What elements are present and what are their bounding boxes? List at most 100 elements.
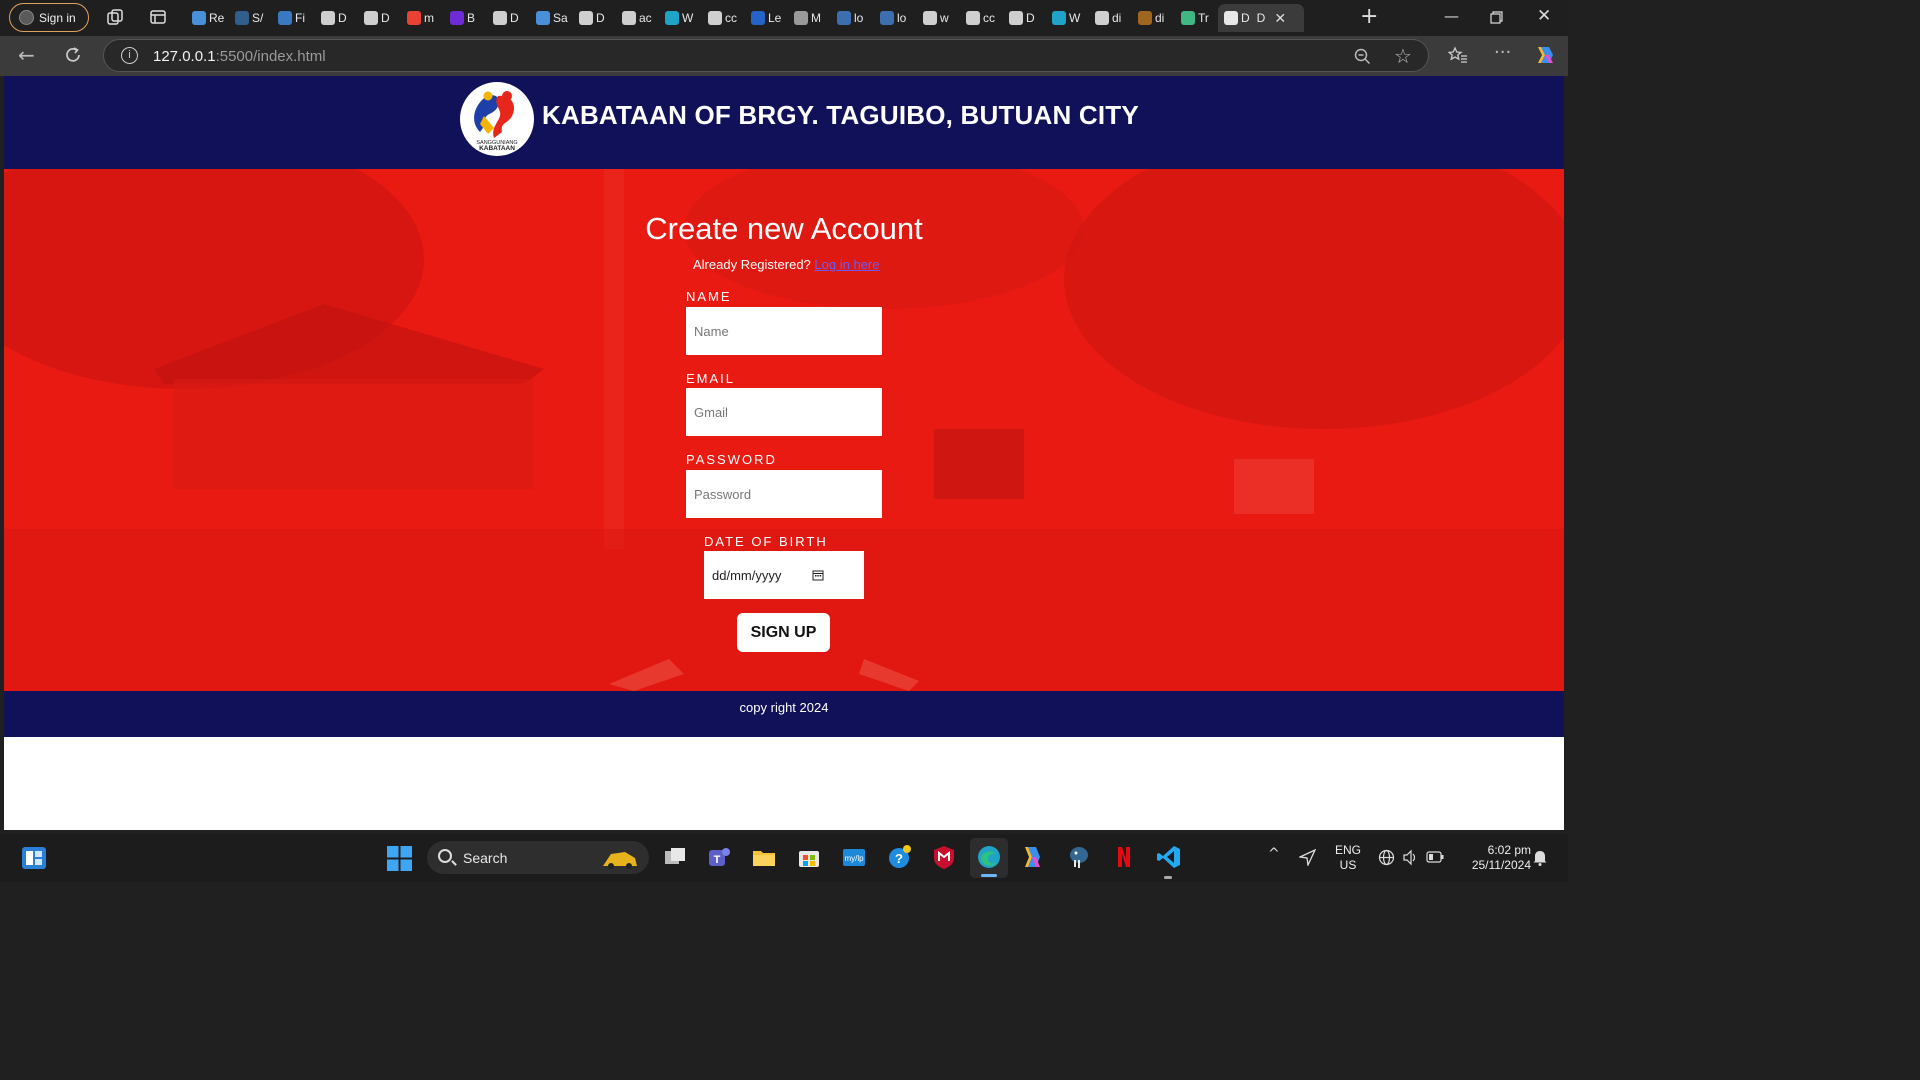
browser-tab[interactable]: Re: [186, 4, 229, 32]
widgets-icon[interactable]: [21, 846, 47, 870]
signup-button[interactable]: SIGN UP: [737, 613, 830, 652]
tab-label: W: [1069, 11, 1081, 25]
browser-tab[interactable]: Sa: [530, 4, 573, 32]
avatar-icon: [19, 10, 34, 25]
location-icon[interactable]: [1299, 849, 1316, 866]
browser-tab[interactable]: S/: [229, 4, 272, 32]
tab-label: D: [338, 11, 347, 25]
browser-tab[interactable]: B: [444, 4, 487, 32]
name-input[interactable]: Name: [686, 307, 882, 355]
close-tab-icon[interactable]: ✕: [1274, 10, 1286, 27]
store-icon[interactable]: [796, 844, 822, 870]
teams-icon[interactable]: T: [706, 844, 732, 870]
browser-tab[interactable]: D: [315, 4, 358, 32]
browser-tab[interactable]: W: [659, 4, 702, 32]
volume-icon[interactable]: [1402, 849, 1419, 866]
tab-label: di: [1155, 11, 1165, 25]
tab-label: cc: [725, 11, 737, 25]
vscode-icon[interactable]: [1156, 844, 1182, 870]
browser-tab[interactable]: di: [1089, 4, 1132, 32]
more-menu-icon[interactable]: ···: [1494, 42, 1511, 63]
browser-tab[interactable]: D: [487, 4, 530, 32]
minimize-button[interactable]: —: [1444, 7, 1459, 25]
favorites-icon[interactable]: [1448, 46, 1468, 64]
email-input[interactable]: Gmail: [686, 388, 882, 436]
password-input[interactable]: Password: [686, 470, 882, 518]
tab-label: M: [811, 11, 821, 25]
dob-label: DATE OF BIRTH: [704, 534, 828, 549]
browser-tab[interactable]: D: [1003, 4, 1046, 32]
battery-icon[interactable]: [1426, 850, 1444, 864]
profile-signin-button[interactable]: Sign in: [9, 3, 89, 32]
browser-tab[interactable]: Tr: [1175, 4, 1218, 32]
browser-tab[interactable]: lo: [831, 4, 874, 32]
tab-label: S/: [252, 11, 264, 25]
copilot-taskbar-icon[interactable]: [1021, 844, 1047, 870]
page-icon: [493, 11, 507, 25]
postgresql-icon[interactable]: [1066, 844, 1092, 870]
browser-tab[interactable]: di: [1132, 4, 1175, 32]
notification-bell-icon[interactable]: [1532, 849, 1548, 866]
dob-value: dd/mm/yyyy: [712, 567, 782, 583]
figure-icon: [794, 11, 808, 25]
back-button[interactable]: ←: [18, 43, 35, 67]
workspaces-icon[interactable]: [106, 8, 124, 26]
browser-tab[interactable]: D: [573, 4, 616, 32]
task-view-icon[interactable]: [662, 844, 688, 870]
tray-overflow-icon[interactable]: ^: [1268, 846, 1280, 862]
browser-tab[interactable]: Fi: [272, 4, 315, 32]
svg-text:my/lp: my/lp: [844, 854, 864, 863]
url-text[interactable]: 127.0.0.1:5500/index.html: [153, 48, 326, 65]
browser-tab[interactable]: m: [401, 4, 444, 32]
active-browser-tab[interactable]: D D ✕: [1218, 4, 1304, 32]
browser-tab[interactable]: W: [1046, 4, 1089, 32]
file-explorer-icon[interactable]: [751, 844, 777, 870]
address-bar[interactable]: i 127.0.0.1:5500/index.html ☆: [103, 39, 1429, 72]
language-indicator[interactable]: ENG US: [1328, 843, 1368, 873]
browser-tab[interactable]: cc: [960, 4, 1003, 32]
browser-tab[interactable]: lo: [874, 4, 917, 32]
calendar-icon[interactable]: [812, 569, 824, 581]
mylife-icon[interactable]: my/lp: [841, 844, 867, 870]
dob-input[interactable]: dd/mm/yyyy: [704, 551, 864, 599]
edge-taskbar-active[interactable]: [970, 838, 1008, 878]
tab-label: D: [1026, 11, 1035, 25]
mcafee-icon[interactable]: [931, 844, 957, 870]
tab-label: w: [940, 11, 949, 25]
refresh-button[interactable]: [64, 46, 82, 64]
browser-tab[interactable]: Le: [745, 4, 788, 32]
region-code: US: [1339, 858, 1357, 872]
browser-tab[interactable]: M: [788, 4, 831, 32]
arrow-icon: [192, 11, 206, 25]
login-link[interactable]: Log in here: [814, 257, 879, 272]
browser-tab[interactable]: w: [917, 4, 960, 32]
grid-icon: [278, 11, 292, 25]
cookie-icon: [1138, 11, 1152, 25]
start-icon[interactable]: [387, 846, 412, 871]
browser-tab[interactable]: cc: [702, 4, 745, 32]
circle-icon: [751, 11, 765, 25]
page-icon: [923, 11, 937, 25]
arrow-icon: [536, 11, 550, 25]
name-label: NAME: [686, 289, 732, 304]
new-tab-button[interactable]: +: [1360, 6, 1378, 28]
clock-time: 6:02 pm: [1487, 843, 1531, 857]
copilot-icon[interactable]: [1535, 44, 1557, 66]
edge-icon: [665, 11, 679, 25]
clock[interactable]: 6:02 pm 25/11/2024: [1453, 843, 1531, 873]
form-title: Create new Account: [645, 211, 923, 246]
taskbar-search[interactable]: Search: [427, 841, 649, 874]
site-footer: copy right 2024: [4, 691, 1564, 737]
help-icon[interactable]: ?: [886, 844, 912, 870]
already-registered-label: Already Registered?: [693, 257, 811, 272]
favorite-star-icon[interactable]: ☆: [1394, 44, 1412, 68]
netflix-icon[interactable]: [1111, 844, 1137, 870]
close-window-button[interactable]: ✕: [1537, 6, 1551, 26]
browser-tab[interactable]: D: [358, 4, 401, 32]
site-info-icon[interactable]: i: [121, 47, 138, 64]
tab-actions-icon[interactable]: [149, 8, 167, 26]
restore-button[interactable]: [1490, 11, 1503, 24]
browser-tab[interactable]: ac: [616, 4, 659, 32]
zoom-icon[interactable]: [1354, 48, 1371, 65]
network-icon[interactable]: [1378, 849, 1395, 866]
